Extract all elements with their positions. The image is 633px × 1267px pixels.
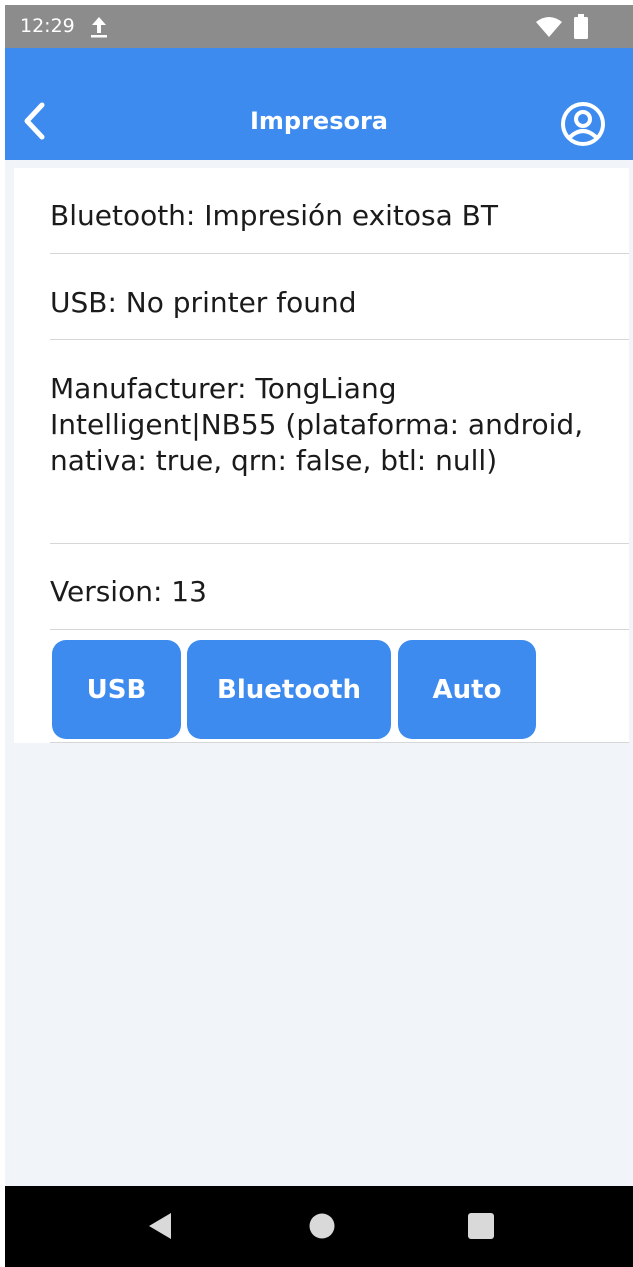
- status-bar: 12:29: [5, 5, 633, 48]
- upload-icon: [89, 15, 109, 43]
- bluetooth-status: Bluetooth: Impresión exitosa BT: [50, 199, 498, 232]
- divider: [50, 339, 629, 340]
- usb-status: USB: No printer found: [50, 286, 357, 319]
- circle-home-icon[interactable]: [308, 1212, 336, 1244]
- bluetooth-button[interactable]: Bluetooth: [187, 640, 391, 739]
- navigation-bar: [5, 1186, 633, 1267]
- divider: [50, 742, 629, 743]
- usb-button[interactable]: USB: [52, 640, 181, 739]
- battery-icon: [574, 14, 588, 44]
- manufacturer-info: Manufacturer: TongLiang Intelligent|NB55…: [50, 372, 584, 477]
- auto-button[interactable]: Auto: [398, 640, 536, 739]
- app-bar: Impresora: [5, 48, 633, 160]
- page-title: Impresora: [249, 107, 389, 135]
- triangle-back-icon[interactable]: [147, 1211, 173, 1245]
- device-screen: 12:29 Impresora Bluetooth: Impresión exi…: [5, 5, 633, 1267]
- divider: [50, 543, 629, 544]
- version-info: Version: 13: [50, 575, 207, 608]
- square-recents-icon[interactable]: [467, 1212, 495, 1244]
- divider: [50, 253, 629, 254]
- wifi-icon: [535, 16, 563, 42]
- printer-info-card: Bluetooth: Impresión exitosa BT USB: No …: [14, 168, 629, 743]
- account-icon[interactable]: [560, 101, 606, 151]
- divider: [50, 629, 629, 630]
- status-time: 12:29: [20, 15, 75, 37]
